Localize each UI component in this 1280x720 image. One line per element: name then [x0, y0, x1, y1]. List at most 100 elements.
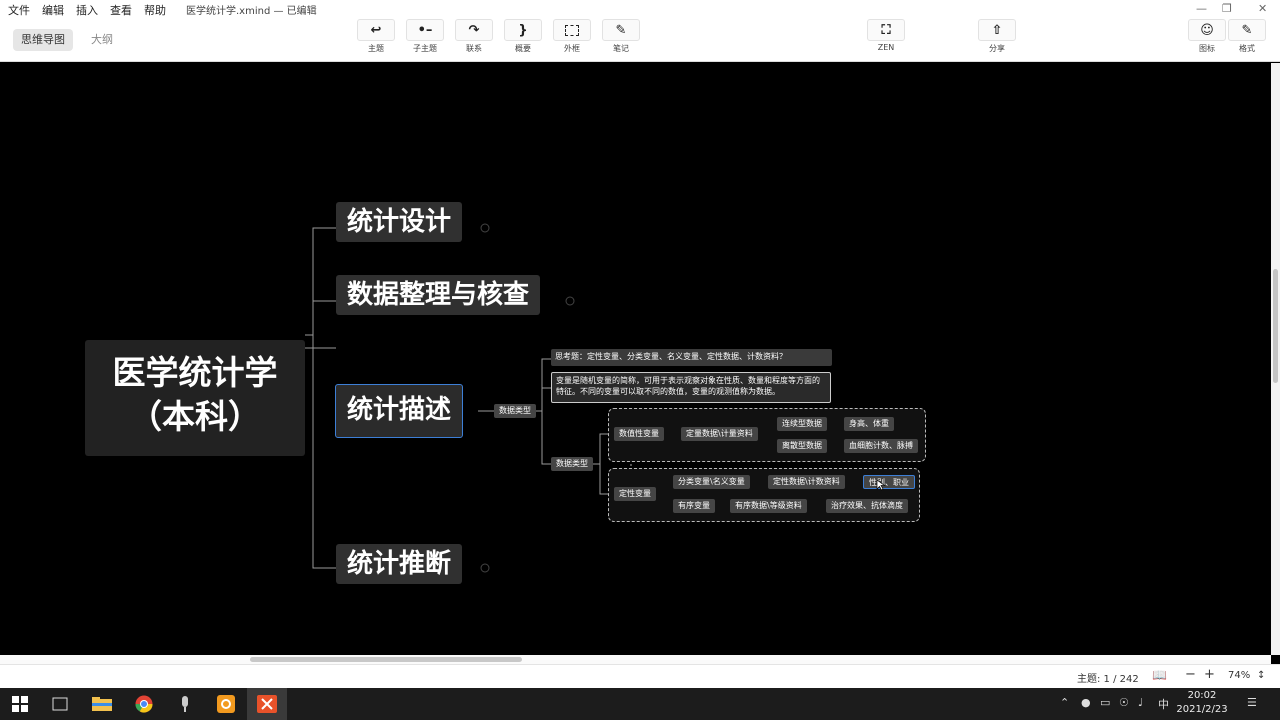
central-topic[interactable]: 医学统计学 （本科）	[85, 340, 305, 456]
central-topic-line1: 医学统计学	[112, 353, 278, 392]
summary-icon: }	[504, 19, 542, 41]
folder-icon	[92, 697, 112, 711]
icon-panel-button[interactable]: ☺ 图标	[1187, 19, 1227, 54]
zen-icon: ⛶	[867, 19, 905, 41]
volume-icon[interactable]: ♩	[1138, 696, 1143, 709]
node-height-weight[interactable]: 身高、体重	[844, 417, 894, 431]
definition-note[interactable]: 变量是随机变量的简称，可用于表示观察对象在性质、数量和程度等方面的特征。不同的变…	[551, 372, 831, 403]
task-view-button[interactable]	[40, 688, 80, 720]
node-gender[interactable]: 性别、职业	[863, 475, 915, 489]
window-title: 医学统计学.xmind — 已编辑	[186, 6, 317, 17]
note-label: 笔记	[613, 44, 629, 53]
notification-icon[interactable]: ☰	[1247, 696, 1257, 709]
system-clock[interactable]: 20:02 2021/2/23	[1176, 689, 1228, 717]
zen-button[interactable]: ⛶ ZEN	[866, 19, 906, 52]
minimize-icon[interactable]: —	[1196, 2, 1207, 15]
vertical-scroll-thumb[interactable]	[1273, 269, 1278, 383]
horizontal-scrollbar[interactable]	[0, 655, 1271, 664]
app-toolbar: 文件 编辑 插入 查看 帮助 医学统计学.xmind — 已编辑 思维导图 大纲…	[0, 0, 1280, 62]
clock-date: 2021/2/23	[1176, 704, 1228, 715]
boundary-label: 外框	[564, 44, 580, 53]
subtopic-data-types-b[interactable]: 数据类型	[551, 457, 593, 471]
format-panel-button[interactable]: ✎ 格式	[1227, 19, 1267, 54]
zoom-level[interactable]: 74%	[1228, 670, 1250, 681]
node-continuous[interactable]: 连续型数据	[777, 417, 827, 431]
boundary-button[interactable]: 外框	[552, 19, 592, 54]
node-quant-data[interactable]: 定量数据\计量资料	[681, 427, 758, 441]
relationship-label: 联系	[466, 44, 482, 53]
subtopic-button[interactable]: •– 子主题	[405, 19, 445, 54]
view-tabs: 思维导图 大纲	[13, 29, 121, 51]
tray-expand-icon[interactable]: ⌃	[1060, 696, 1069, 709]
map-view-icon[interactable]: 📖	[1152, 668, 1167, 682]
relationship-icon: ↷	[455, 19, 493, 41]
close-icon[interactable]: ✕	[1258, 2, 1267, 15]
share-button[interactable]: ⇧ 分享	[977, 19, 1017, 54]
windows-logo-icon	[12, 696, 28, 712]
windows-taskbar: ⌃ ● ▭ ☉ ♩ 中 20:02 2021/2/23 ☰	[0, 688, 1280, 720]
chrome-button[interactable]	[124, 688, 164, 720]
relationship-button[interactable]: ↷ 联系	[454, 19, 494, 54]
zoom-in-button[interactable]: +	[1204, 667, 1215, 682]
menu-help[interactable]: 帮助	[144, 2, 166, 17]
note-button[interactable]: ✎ 笔记	[601, 19, 641, 54]
tab-mindmap[interactable]: 思维导图	[13, 29, 73, 51]
subtopic-data-types-a[interactable]: 数据类型	[494, 404, 536, 418]
maximize-icon[interactable]: ❐	[1222, 2, 1232, 15]
topic-design[interactable]: 统计设计	[336, 202, 463, 242]
network-icon[interactable]: ☉	[1119, 696, 1129, 709]
share-icon: ⇧	[978, 19, 1016, 41]
orange-app-button[interactable]	[206, 688, 246, 720]
menu-bar: 文件 编辑 插入 查看 帮助	[8, 2, 178, 17]
question-note[interactable]: 思考题：定性变量、分类变量、名义变量、定性数据、计数资料？	[551, 349, 832, 366]
icon-panel-label: 图标	[1199, 44, 1215, 53]
node-qualitative[interactable]: 定性变量	[614, 487, 656, 501]
topic-inference[interactable]: 统计推断	[336, 544, 463, 584]
summary-button[interactable]: } 概要	[503, 19, 543, 54]
clock-time: 20:02	[1187, 690, 1217, 701]
vertical-scrollbar[interactable]	[1271, 63, 1280, 655]
smiley-icon: ☺	[1188, 19, 1226, 41]
microphone-app-button[interactable]	[165, 688, 205, 720]
horizontal-scroll-thumb[interactable]	[250, 657, 522, 662]
node-effect[interactable]: 治疗效果、抗体滴度	[826, 499, 908, 513]
chrome-icon	[135, 695, 153, 713]
node-numeric[interactable]: 数值性变量	[614, 427, 664, 441]
topic-label: 主题	[368, 44, 384, 53]
topic-describe[interactable]: 统计描述	[335, 384, 464, 438]
note-icon: ✎	[602, 19, 640, 41]
file-explorer-button[interactable]	[82, 688, 122, 720]
node-categorical[interactable]: 分类变量\名义变量	[673, 475, 750, 489]
mindmap-canvas[interactable]: 医学统计学 （本科） 统计设计 数据整理与核查 统计描述 统计推断 数据类型 思…	[0, 63, 1271, 655]
tab-outline[interactable]: 大纲	[83, 29, 121, 51]
share-label: 分享	[989, 44, 1005, 53]
topic-data[interactable]: 数据整理与核查	[336, 275, 541, 315]
subtopic-icon: •–	[406, 19, 444, 41]
brush-icon: ✎	[1228, 19, 1266, 41]
format-panel-label: 格式	[1239, 44, 1255, 53]
topic-icon: ↩	[357, 19, 395, 41]
ime-indicator[interactable]: 中	[1158, 696, 1169, 712]
node-ordinal-data[interactable]: 有序数据\等级资料	[730, 499, 807, 513]
subtopic-label: 子主题	[413, 44, 437, 53]
xmind-button[interactable]	[247, 688, 287, 720]
node-discrete[interactable]: 离散型数据	[777, 439, 827, 453]
menu-insert[interactable]: 插入	[76, 2, 98, 17]
start-button[interactable]	[0, 688, 40, 720]
menu-view[interactable]: 查看	[110, 2, 132, 17]
node-qual-data[interactable]: 定性数据\计数资料	[768, 475, 845, 489]
topic-button[interactable]: ↩ 主题	[356, 19, 396, 54]
zoom-dropdown-icon[interactable]: ↕	[1257, 670, 1265, 681]
xmind-icon	[257, 695, 277, 713]
summary-label: 概要	[515, 44, 531, 53]
menu-edit[interactable]: 编辑	[42, 2, 64, 17]
tray-mic-icon[interactable]: ●	[1081, 696, 1091, 709]
node-blood-count[interactable]: 血细胞计数、脉搏	[844, 439, 918, 453]
zoom-out-button[interactable]: −	[1185, 667, 1196, 682]
task-view-icon	[52, 697, 68, 711]
central-topic-line2: （本科）	[129, 397, 261, 436]
status-bar: 主题: 1 / 242 📖 − + 74% ↕	[0, 664, 1280, 688]
battery-icon[interactable]: ▭	[1100, 696, 1110, 709]
node-ordinal[interactable]: 有序变量	[673, 499, 715, 513]
menu-file[interactable]: 文件	[8, 2, 30, 17]
